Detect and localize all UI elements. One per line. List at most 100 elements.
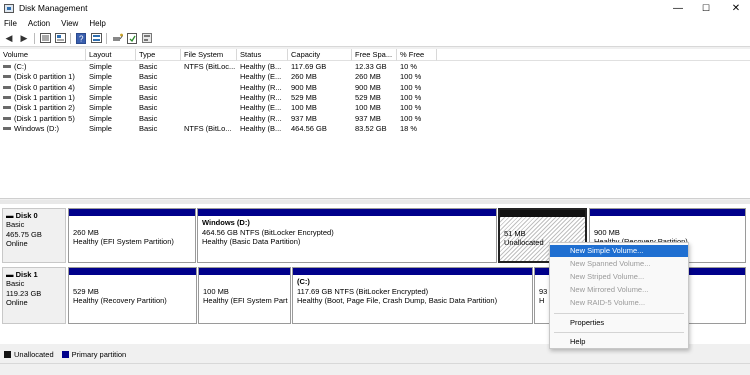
table-cell: 260 MB (288, 72, 352, 82)
menu-bar: File Action View Help (0, 16, 750, 30)
disk-1-type: Basic (6, 279, 25, 289)
volume-icon (3, 85, 11, 89)
menu-view[interactable]: View (61, 19, 78, 28)
table-cell-text: (Disk 1 partition 1) (14, 92, 75, 102)
column-header-type[interactable]: Type (136, 49, 181, 61)
table-cell-text: (C:) (14, 62, 27, 71)
partition-size: 117.69 GB NTFS (BitLocker Encrypted) (297, 286, 429, 296)
disk-1-info[interactable]: ▬ Disk 1 Basic 119.23 GB Online (2, 267, 66, 324)
table-cell: (Disk 0 partition 1) (0, 72, 86, 82)
table-cell: 900 MB (288, 83, 352, 93)
partition-text: 100 MB Healthy (EFI System Part (199, 275, 290, 308)
disk-1-name: Disk 1 (15, 270, 38, 279)
maximize-button[interactable]: ☐ (692, 0, 720, 16)
partition-status: Healthy (EFI System Part (203, 296, 288, 305)
disk-1-partition-1[interactable]: 529 MB Healthy (Recovery Partition) (68, 267, 197, 324)
status-bar (0, 363, 750, 375)
table-cell-text: 100 % (400, 72, 422, 82)
menu-item-new-mirrored-volume[interactable]: New Mirrored Volume... (550, 284, 688, 296)
disk-0-partition-1[interactable]: 260 MB Healthy (EFI System Partition) (68, 208, 196, 263)
partition-size: 529 MB (73, 286, 99, 296)
list-view-icon[interactable] (39, 32, 51, 44)
settings-icon[interactable] (141, 32, 153, 44)
table-cell: 100 % (397, 83, 437, 93)
table-cell-text: 260 MB (355, 72, 381, 82)
menu-action[interactable]: Action (28, 19, 50, 28)
table-cell-text: 100 MB (291, 103, 317, 113)
partition-name (73, 277, 192, 287)
disk-0-partition-windows[interactable]: Windows (D:) 464.56 GB NTFS (BitLocker E… (197, 208, 497, 263)
disk-management-window: Disk Management — ☐ ✕ File Action View H… (0, 0, 750, 375)
table-cell-text: 18 % (400, 123, 418, 133)
volume-list[interactable]: Volume Layout Type File System Status Ca… (0, 49, 750, 199)
table-cell-text: Basic (139, 103, 158, 113)
connect-icon[interactable] (111, 32, 123, 44)
table-cell-text: Basic (139, 72, 158, 82)
minimize-button[interactable]: — (664, 0, 692, 16)
table-cell-text: Simple (89, 62, 112, 71)
table-cell-text: 900 MB (291, 82, 317, 92)
column-header-layout[interactable]: Layout (86, 49, 136, 61)
table-cell: Simple (86, 72, 136, 82)
table-cell: 529 MB (352, 93, 397, 103)
partition-text: Windows (D:) 464.56 GB NTFS (BitLocker E… (198, 216, 496, 249)
disk-1-partition-2[interactable]: 100 MB Healthy (EFI System Part (198, 267, 291, 324)
table-cell-text: 100 % (400, 92, 422, 102)
menu-file[interactable]: File (4, 19, 17, 28)
table-cell: Simple (86, 62, 136, 72)
close-button[interactable]: ✕ (722, 0, 750, 16)
table-cell: Simple (86, 83, 136, 93)
properties-icon[interactable] (54, 32, 66, 44)
table-cell: 100 MB (288, 103, 352, 113)
menu-item-new-simple-volume[interactable]: New Simple Volume... (550, 245, 688, 257)
disk-0-info[interactable]: ▬ Disk 0 Basic 465.75 GB Online (2, 208, 66, 263)
menu-item-new-striped-volume[interactable]: New Striped Volume... (550, 271, 688, 283)
disk-1-partition-c[interactable]: (C:) 117.69 GB NTFS (BitLocker Encrypted… (292, 267, 533, 324)
menu-item-help[interactable]: Help (550, 336, 688, 348)
table-cell-text: Basic (139, 123, 158, 133)
menu-item-new-spanned-volume[interactable]: New Spanned Volume... (550, 258, 688, 270)
refresh-icon[interactable] (126, 32, 138, 44)
primary-partition-swatch (61, 351, 69, 358)
unallocated-swatch (4, 351, 11, 358)
table-cell-text: 10 % (400, 62, 418, 71)
column-header-free-space[interactable]: Free Spa... (352, 49, 397, 61)
table-cell-text: Healthy (B... (240, 123, 282, 133)
table-cell: 937 MB (288, 114, 352, 124)
primary-partition-bar (293, 268, 532, 275)
table-cell-text: 937 MB (355, 113, 381, 123)
disk-view-icon[interactable] (90, 32, 102, 44)
table-cell-text: 529 MB (291, 92, 317, 102)
disk-management-app-icon (4, 3, 14, 13)
table-cell: (Disk 1 partition 5) (0, 114, 86, 124)
partition-size: 260 MB (73, 227, 99, 237)
menu-help[interactable]: Help (89, 19, 105, 28)
column-header-file-system[interactable]: File System (181, 49, 237, 61)
column-header-volume[interactable]: Volume (0, 49, 86, 61)
table-cell: Healthy (R... (237, 114, 288, 124)
help-icon[interactable]: ? (75, 32, 87, 44)
menu-item-new-raid5-volume[interactable]: New RAID-5 Volume... (550, 297, 688, 309)
partition-name (594, 218, 741, 228)
primary-partition-bar (69, 209, 195, 216)
table-cell-text: Basic (139, 62, 158, 71)
partition-name: (C:) (297, 277, 310, 286)
table-cell: 100 MB (352, 103, 397, 113)
table-cell-text: NTFS (BitLoc... (184, 62, 236, 71)
column-header-percent-free[interactable]: % Free (397, 49, 437, 61)
menu-item-properties[interactable]: Properties (550, 317, 688, 329)
menu-separator (554, 332, 684, 333)
table-cell-text: Simple (89, 82, 112, 92)
forward-icon[interactable]: ▶ (18, 32, 30, 44)
table-cell: 18 % (397, 124, 437, 134)
column-header-capacity[interactable]: Capacity (288, 49, 352, 61)
table-cell: Simple (86, 114, 136, 124)
table-cell: 100 % (397, 114, 437, 124)
back-icon[interactable]: ◀ (3, 32, 15, 44)
table-cell: Healthy (R... (237, 93, 288, 103)
table-cell: (Disk 0 partition 4) (0, 83, 86, 93)
column-header-status[interactable]: Status (237, 49, 288, 61)
table-cell: 529 MB (288, 93, 352, 103)
table-cell: 900 MB (352, 83, 397, 93)
toolbar-separator (34, 32, 35, 44)
